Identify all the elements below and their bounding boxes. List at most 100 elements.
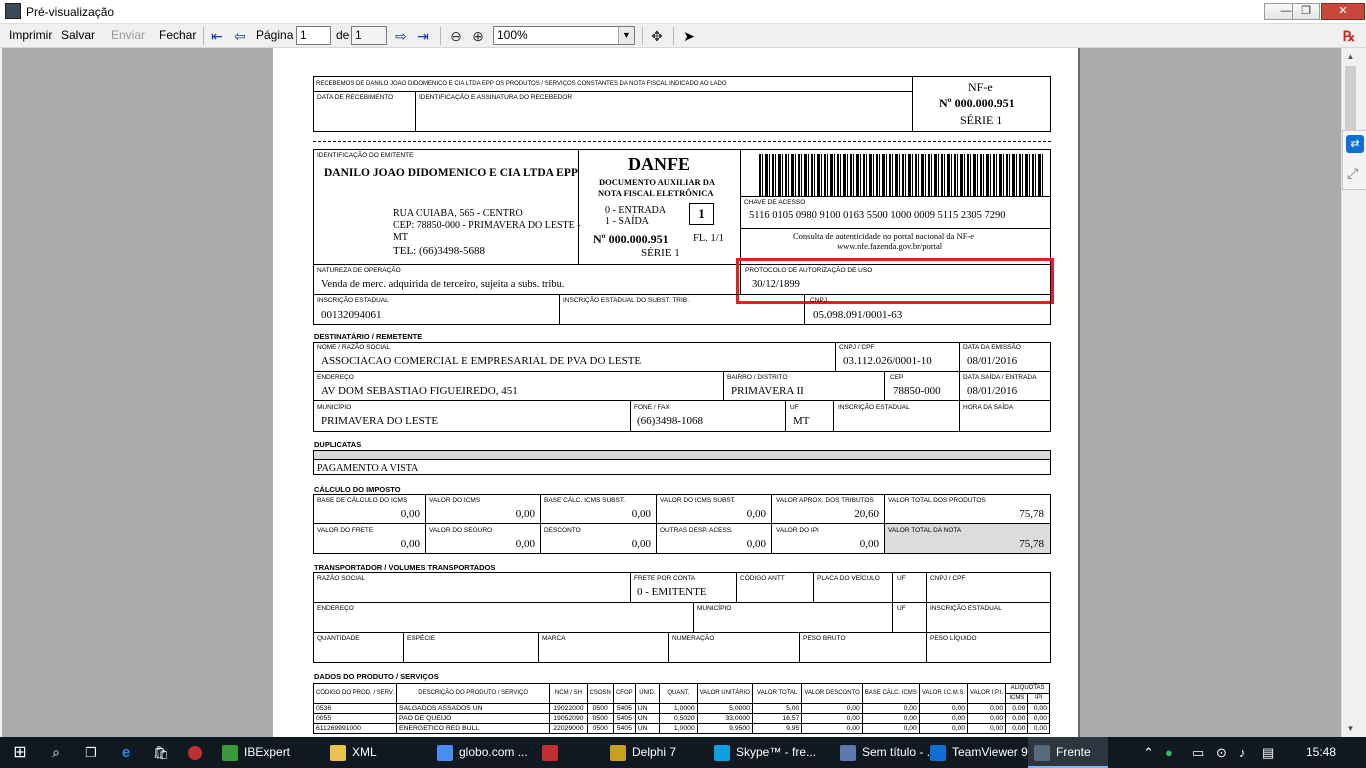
col-cfop: CFOP [612, 683, 636, 704]
danfe-numero: Nº 000.000.951 [593, 232, 669, 246]
maximize-button[interactable]: ❐ [1292, 3, 1320, 20]
table-cell: 0500 [586, 713, 614, 724]
v-prod-label: VALOR TOTAL DOS PRODUTOS [888, 497, 986, 504]
table-cell: 0,00 [967, 703, 1007, 714]
t-numeracao-label: NUMERAÇÃO [672, 635, 715, 642]
taskbar-item[interactable]: Frente [1028, 737, 1108, 768]
dest-cnpj-label: CNPJ / CPF [839, 344, 875, 351]
taskbar-item[interactable]: globo.com ... [431, 737, 534, 768]
dest-ie-label: INSCRIÇÃO ESTADUAL [838, 404, 910, 411]
consulta-url: www.nfe.fazenda.gov.br/portal [837, 241, 943, 251]
chave-acesso: 5116 0105 0980 9100 0163 5500 1000 0009 … [749, 210, 1006, 221]
table-cell: 0,00 [1027, 713, 1050, 724]
t-frete-label: FRETE POR CONTA [634, 575, 696, 582]
scroll-up-icon[interactable]: ▲ [1342, 48, 1359, 65]
tipo-operacao-box: 1 [689, 203, 714, 225]
app-red-icon[interactable] [184, 737, 206, 768]
tray-app-icon[interactable]: ● [1165, 737, 1173, 768]
hand-move-icon[interactable]: ✥ [648, 27, 666, 45]
taskbar-item[interactable]: Skype™ - fre... [708, 737, 832, 768]
volume-icon[interactable]: ♪ [1239, 737, 1246, 768]
network-icon[interactable]: ▭ [1192, 737, 1204, 768]
danfe-subtitle-1: DOCUMENTO AUXILIAR DA [599, 177, 716, 187]
zoom-select[interactable]: 100% ▼ [493, 26, 635, 45]
notifications-icon[interactable]: ▤ [1262, 737, 1274, 768]
col-valor-icms: VALOR I.C.M.S. [918, 683, 969, 704]
first-page-icon[interactable]: ⇤ [208, 27, 226, 45]
taskbar-item[interactable]: Delphi 7 [604, 737, 706, 768]
taskbar-item[interactable]: XML [324, 737, 428, 768]
ie-label: INSCRIÇÃO ESTADUAL [317, 297, 389, 304]
store-icon[interactable]: 🛍 [150, 737, 172, 768]
zoom-in-icon[interactable]: ⊕ [469, 27, 487, 45]
edge-icon[interactable]: e [115, 737, 137, 768]
t-especie-label: ESPÉCIE [407, 635, 436, 642]
emissao-value: 08/01/2016 [967, 355, 1018, 367]
pointer-icon[interactable]: ➤ [680, 27, 698, 45]
zoom-out-icon[interactable]: ⊖ [447, 27, 465, 45]
table-cell: 0,00 [1005, 703, 1029, 714]
table-cell: 0,00 [861, 713, 920, 724]
taskbar-item[interactable] [536, 737, 602, 768]
expand-icon[interactable]: ⤢ [1347, 165, 1358, 182]
taskbar-item[interactable]: TeamViewer 9 [924, 737, 1028, 768]
v-icms-value: 0,00 [515, 508, 535, 520]
t-uf2-label: UF [897, 605, 906, 612]
preview-viewport[interactable]: RECEBEMOS DE DANILO JOAO DIDOMENICO E CI… [2, 48, 1341, 737]
scroll-down-icon[interactable]: ▼ [1342, 720, 1359, 737]
col-quant: QUANT. [659, 683, 698, 704]
t-peso-bruto-label: PESO BRUTO [803, 635, 846, 642]
v-st-label: VALOR DO ICMS SUBST. [660, 497, 736, 504]
table-cell: UN [634, 723, 661, 734]
save-button[interactable]: Salvar [61, 28, 95, 42]
close-button[interactable]: ✕ [1321, 3, 1365, 20]
previous-page-icon[interactable]: ⇦ [231, 27, 249, 45]
nfe-numero: Nº 000.000.951 [939, 96, 1015, 110]
search-icon[interactable]: ⌕ [44, 737, 68, 768]
cnpj-value: 05.098.091/0001-63 [813, 309, 903, 321]
t-municipio-label: MUNICÍPIO [697, 605, 732, 612]
teamviewer-icon[interactable]: ⇄ [1346, 135, 1364, 153]
action-icon[interactable]: ⊙ [1216, 737, 1227, 768]
clock[interactable]: 15:48 [1306, 737, 1336, 768]
municipio-label: MUNICÍPIO [317, 404, 352, 411]
print-button[interactable]: Imprimir [9, 28, 52, 42]
t-qtd-label: QUANTIDADE [317, 635, 360, 642]
table-cell: 0500 [586, 703, 614, 714]
endereco-label: ENDEREÇO [317, 374, 354, 381]
page-input[interactable]: 1 [296, 26, 331, 45]
taskbar-app-icon [542, 744, 558, 761]
ipi-value: 0,00 [859, 538, 879, 550]
col-codigo: CÓDIGO DO PROD. / SERV. [312, 683, 398, 704]
v-nota-label: VALOR TOTAL DA NOTA [888, 527, 962, 534]
last-page-icon[interactable]: ⇥ [414, 27, 432, 45]
start-windows-icon[interactable]: ⊞ [0, 737, 40, 768]
v-trib-label: VALOR APROX. DOS TRIBUTOS [776, 497, 874, 504]
table-cell: 33,0000 [696, 713, 753, 724]
table-cell: 0055 [312, 713, 398, 724]
task-view-icon[interactable]: ❐ [80, 737, 102, 768]
taskbar-item-label: Delphi 7 [632, 745, 677, 759]
v-icms-label: VALOR DO ICMS [429, 497, 481, 504]
col-csosn: CSOSN [586, 683, 614, 704]
natureza-label: NATUREZA DE OPERAÇÃO [317, 267, 401, 274]
table-cell: UN [634, 703, 661, 714]
outras-value: 0,00 [746, 538, 766, 550]
chevron-down-icon[interactable]: ▼ [618, 27, 634, 44]
calculo-title: CÁLCULO DO IMPOSTO [314, 485, 401, 494]
close-preview-button[interactable]: Fechar [159, 28, 196, 42]
taskbar-item[interactable]: IBExpert [216, 737, 320, 768]
ipi-label: VALOR DO IPI [776, 527, 819, 534]
scroll-thumb[interactable] [1345, 66, 1356, 130]
send-button[interactable]: Enviar [111, 28, 145, 42]
tray-chevron-icon[interactable]: ⌃ [1143, 737, 1154, 768]
cep-value: 78850-000 [893, 385, 941, 397]
assinatura-label: IDENTIFICAÇÃO E ASSINATURA DO RECEBEDOR [419, 94, 573, 101]
table-cell: 0,00 [1027, 723, 1050, 734]
taskbar-item[interactable]: Sem título - ... [834, 737, 937, 768]
col-valor-total: VALOR TOTAL [751, 683, 803, 704]
bc-st-value: 0,00 [631, 508, 651, 520]
v-st-value: 0,00 [746, 508, 766, 520]
emitente-uf: MT [393, 232, 408, 243]
next-page-icon[interactable]: ⇨ [392, 27, 410, 45]
